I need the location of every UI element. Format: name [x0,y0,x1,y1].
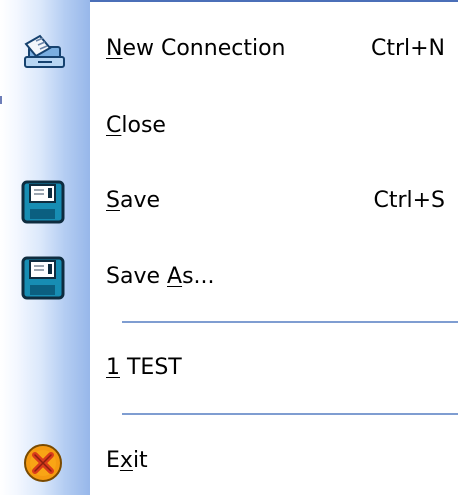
menu-item-recent-test-label: 1 TEST [106,355,182,380]
menu-item-close-label: Close [106,113,166,138]
menu-item-new-connection-shortcut: Ctrl+N [370,36,445,61]
menu-item-save-as[interactable]: Save As... [0,248,458,306]
floppy-disk-icon [21,256,65,300]
menu-item-new-connection[interactable]: New Connection Ctrl+N [0,20,458,78]
menu-separator [122,413,458,415]
menu-item-recent-test[interactable]: 1 TEST [0,339,458,397]
file-menu: New Connection Ctrl+N Close Save Ctrl+S … [0,0,458,495]
floppy-disk-icon [21,180,65,224]
menu-separator [122,321,458,323]
menu-item-close[interactable]: Close [0,97,458,155]
menu-top-border [90,0,458,2]
exit-icon [24,444,62,482]
menu-item-save-as-label: Save As... [106,264,215,289]
menu-item-exit[interactable]: Exit [0,432,458,490]
new-connection-icon [24,34,65,68]
menu-item-save[interactable]: Save Ctrl+S [0,172,458,230]
menu-item-new-connection-label: New Connection [106,36,286,61]
menu-item-save-label: Save [106,188,161,213]
menu-item-exit-label: Exit [106,448,148,473]
menu-item-save-shortcut: Ctrl+S [373,188,445,213]
